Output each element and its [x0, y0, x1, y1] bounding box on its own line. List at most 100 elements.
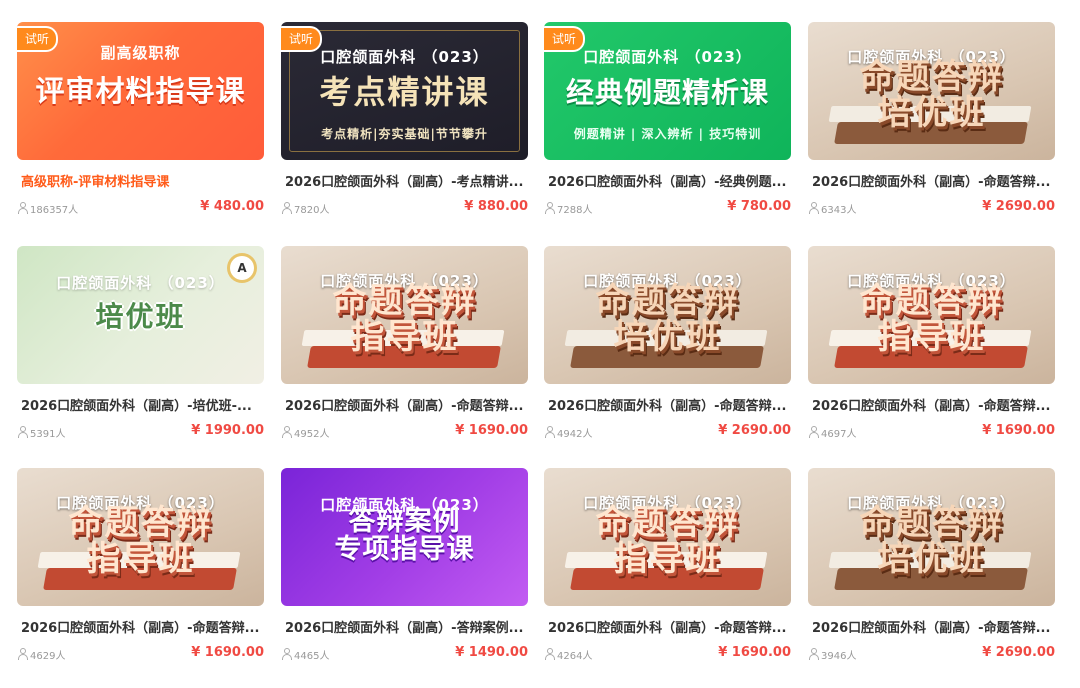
course-title[interactable]: 2026口腔颌面外科（副高）-命题答辩...	[812, 395, 1052, 414]
course-meta: 7288人 ¥ 780.00	[544, 199, 791, 218]
course-card[interactable]: A 口腔颌面外科 （023） 培优班 2026口腔颌面外科（副高）-培优班-..…	[17, 246, 264, 446]
course-price: ¥ 2690.00	[982, 199, 1055, 214]
course-card[interactable]: 试听 副高级职称 评审材料指导课 高级职称-评审材料指导课 186357人 ¥ …	[17, 22, 264, 222]
person-icon	[282, 202, 292, 214]
thumbnail-course-name: 命题答辩 培优班	[859, 57, 1004, 133]
student-count: 4629人	[30, 651, 66, 662]
course-price: ¥ 880.00	[464, 199, 528, 214]
course-meta: 3946人 ¥ 2690.00	[808, 645, 1055, 664]
thumbnail-course-name: 命题答辩 指导班	[595, 503, 740, 579]
student-count: 4465人	[294, 651, 330, 662]
course-title[interactable]: 2026口腔颌面外科（副高）-命题答辩...	[812, 617, 1052, 636]
trial-badge: 试听	[281, 26, 323, 52]
course-meta: 7820人 ¥ 880.00	[281, 199, 528, 218]
thumbnail-course-name: 答辩案例 专项指导课	[334, 506, 475, 566]
course-price: ¥ 2690.00	[982, 645, 1055, 660]
course-card[interactable]: 口腔颌面外科 （023） 命题答辩 培优班 2026口腔颌面外科（副高）-命题答…	[808, 468, 1055, 668]
course-card[interactable]: 试听 口腔颌面外科 （023） 经典例题精析课 例题精讲 | 深入辨析 | 技巧…	[544, 22, 791, 222]
course-title[interactable]: 2026口腔颌面外科（副高）-命题答辩...	[285, 395, 525, 414]
course-price: ¥ 1690.00	[455, 423, 528, 438]
course-title[interactable]: 2026口腔颌面外科（副高）-命题答辩...	[548, 617, 788, 636]
course-thumbnail[interactable]: 口腔颌面外科 （023） 命题答辩 指导班	[544, 468, 791, 606]
thumbnail-course-name: 命题答辩 指导班	[68, 503, 213, 579]
student-count: 5391人	[30, 429, 66, 440]
course-thumbnail[interactable]: 试听 口腔颌面外科 （023） 考点精讲课 考点精析|夯实基础|节节攀升	[281, 22, 528, 160]
thumbnail-course-name: 培优班	[95, 300, 186, 333]
course-meta: 4952人 ¥ 1690.00	[281, 423, 528, 442]
course-thumbnail[interactable]: A 口腔颌面外科 （023） 培优班	[17, 246, 264, 384]
thumbnail-course-name: 经典例题精析课	[565, 76, 769, 109]
course-title[interactable]: 2026口腔颌面外科（副高）-命题答辩...	[812, 171, 1052, 190]
course-title[interactable]: 2026口腔颌面外科（副高）-考点精讲...	[285, 171, 525, 190]
course-meta: 4264人 ¥ 1690.00	[544, 645, 791, 664]
course-card[interactable]: 口腔颌面外科 （023） 命题答辩 指导班 2026口腔颌面外科（副高）-命题答…	[17, 468, 264, 668]
student-count: 4264人	[557, 651, 593, 662]
course-card[interactable]: 口腔颌面外科 （023） 命题答辩 指导班 2026口腔颌面外科（副高）-命题答…	[281, 246, 528, 446]
student-count: 4952人	[294, 429, 330, 440]
thumbnail-tagline: 例题精讲 | 深入辨析 | 技巧特训	[573, 127, 762, 141]
course-title[interactable]: 2026口腔颌面外科（副高）-培优班-...	[21, 395, 261, 414]
course-title[interactable]: 2026口腔颌面外科（副高）-命题答辩...	[21, 617, 261, 636]
person-icon	[809, 202, 819, 214]
course-meta: 6343人 ¥ 2690.00	[808, 199, 1055, 218]
person-icon	[282, 648, 292, 660]
course-thumbnail[interactable]: 口腔颌面外科 （023） 命题答辩 培优班	[808, 22, 1055, 160]
grade-badge: A	[230, 256, 254, 280]
thumbnail-tagline: 考点精析|夯实基础|节节攀升	[321, 127, 488, 141]
thumbnail-course-name: 命题答辩 培优班	[595, 281, 740, 357]
thumbnail-headline: 口腔颌面外科 （023）	[583, 48, 752, 66]
thumbnail-course-name: 命题答辩 指导班	[859, 281, 1004, 357]
person-icon	[18, 648, 28, 660]
course-price: ¥ 780.00	[727, 199, 791, 214]
person-icon	[545, 202, 555, 214]
course-price: ¥ 1990.00	[191, 423, 264, 438]
course-title[interactable]: 2026口腔颌面外科（副高）-答辩案例...	[285, 617, 525, 636]
course-price: ¥ 1690.00	[982, 423, 1055, 438]
thumbnail-course-name: 命题答辩 指导班	[332, 281, 477, 357]
course-price: ¥ 480.00	[200, 199, 264, 214]
person-icon	[18, 202, 28, 214]
course-price: ¥ 1690.00	[191, 645, 264, 660]
thumbnail-course-name: 考点精讲课	[319, 73, 490, 111]
course-thumbnail[interactable]: 口腔颌面外科 （023） 命题答辩 培优班	[808, 468, 1055, 606]
course-thumbnail[interactable]: 试听 口腔颌面外科 （023） 经典例题精析课 例题精讲 | 深入辨析 | 技巧…	[544, 22, 791, 160]
trial-badge: 试听	[17, 26, 59, 52]
student-count: 6343人	[821, 205, 857, 216]
course-meta: 4942人 ¥ 2690.00	[544, 423, 791, 442]
course-price: ¥ 2690.00	[718, 423, 791, 438]
course-card[interactable]: 口腔颌面外科 （023） 命题答辩 培优班 2026口腔颌面外科（副高）-命题答…	[544, 246, 791, 446]
person-icon	[809, 648, 819, 660]
course-price: ¥ 1690.00	[718, 645, 791, 660]
course-meta: 186357人 ¥ 480.00	[17, 199, 264, 218]
course-meta: 4697人 ¥ 1690.00	[808, 423, 1055, 442]
student-count: 4942人	[557, 429, 593, 440]
course-card[interactable]: 口腔颌面外科 （023） 命题答辩 培优班 2026口腔颌面外科（副高）-命题答…	[808, 22, 1055, 222]
course-thumbnail[interactable]: 口腔颌面外科 （023） 答辩案例 专项指导课	[281, 468, 528, 606]
course-thumbnail[interactable]: 试听 副高级职称 评审材料指导课	[17, 22, 264, 160]
course-thumbnail[interactable]: 口腔颌面外科 （023） 命题答辩 指导班	[808, 246, 1055, 384]
course-card[interactable]: 试听 口腔颌面外科 （023） 考点精讲课 考点精析|夯实基础|节节攀升 202…	[281, 22, 528, 222]
course-thumbnail[interactable]: 口腔颌面外科 （023） 命题答辩 指导班	[17, 468, 264, 606]
thumbnail-course-name: 命题答辩 培优班	[859, 503, 1004, 579]
thumbnail-headline: 口腔颌面外科 （023）	[56, 274, 225, 292]
person-icon	[282, 426, 292, 438]
course-price: ¥ 1490.00	[455, 645, 528, 660]
student-count: 186357人	[30, 205, 79, 216]
person-icon	[809, 426, 819, 438]
person-icon	[545, 426, 555, 438]
course-meta: 4629人 ¥ 1690.00	[17, 645, 264, 664]
course-title[interactable]: 高级职称-评审材料指导课	[21, 171, 261, 190]
course-card[interactable]: 口腔颌面外科 （023） 命题答辩 指导班 2026口腔颌面外科（副高）-命题答…	[544, 468, 791, 668]
student-count: 7820人	[294, 205, 330, 216]
thumbnail-headline: 口腔颌面外科 （023）	[320, 48, 489, 66]
course-title[interactable]: 2026口腔颌面外科（副高）-命题答辩...	[548, 395, 788, 414]
course-card[interactable]: 口腔颌面外科 （023） 命题答辩 指导班 2026口腔颌面外科（副高）-命题答…	[808, 246, 1055, 446]
course-title[interactable]: 2026口腔颌面外科（副高）-经典例题...	[548, 171, 788, 190]
course-grid: 试听 副高级职称 评审材料指导课 高级职称-评审材料指导课 186357人 ¥ …	[0, 0, 1080, 688]
thumbnail-course-name: 评审材料指导课	[35, 74, 246, 108]
person-icon	[545, 648, 555, 660]
course-thumbnail[interactable]: 口腔颌面外科 （023） 命题答辩 指导班	[281, 246, 528, 384]
course-card[interactable]: 口腔颌面外科 （023） 答辩案例 专项指导课 2026口腔颌面外科（副高）-答…	[281, 468, 528, 668]
course-meta: 4465人 ¥ 1490.00	[281, 645, 528, 664]
course-thumbnail[interactable]: 口腔颌面外科 （023） 命题答辩 培优班	[544, 246, 791, 384]
